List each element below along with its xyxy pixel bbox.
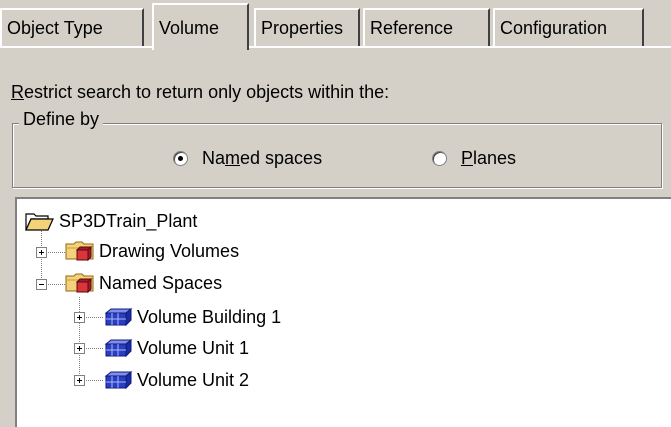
- tab-label: Reference: [370, 18, 454, 38]
- tree-node-drawing-volumes[interactable]: Drawing Volumes: [65, 239, 239, 263]
- tab-strip: Object Type Volume Properties Reference …: [0, 0, 671, 50]
- define-by-group: [12, 123, 662, 188]
- tab-properties[interactable]: Properties: [254, 8, 360, 46]
- tree-node-label: Volume Unit 2: [137, 369, 250, 390]
- tab-reference[interactable]: Reference: [363, 8, 490, 46]
- tree-connector: [79, 297, 80, 380]
- radio-planes[interactable]: Planes: [432, 148, 516, 169]
- restrict-label: Restrict search to return only objects w…: [11, 82, 390, 102]
- collapse-minus-icon[interactable]: [36, 279, 47, 290]
- radio-checked-icon[interactable]: [173, 151, 188, 166]
- tree-node-label: Volume Unit 1: [137, 337, 250, 358]
- tab-object-type[interactable]: Object Type: [0, 8, 144, 46]
- radio-unchecked-icon[interactable]: [432, 151, 447, 166]
- volume-icon: [104, 338, 133, 358]
- expand-plus-icon[interactable]: [36, 247, 47, 258]
- expand-plus-icon[interactable]: [74, 343, 85, 354]
- tree-node-label: Volume Building 1: [137, 306, 282, 327]
- radio-named-spaces-label: Named spaces: [202, 148, 323, 168]
- tree-node-volume-unit-1[interactable]: Volume Unit 1: [103, 336, 249, 360]
- tab-label: Properties: [261, 18, 344, 38]
- folder-volume-icon: [65, 241, 94, 262]
- radio-named-spaces[interactable]: Named spaces: [173, 148, 322, 169]
- tab-label: Object Type: [7, 18, 103, 38]
- tree-node-root[interactable]: SP3DTrain_Plant: [25, 209, 197, 233]
- tab-configuration[interactable]: Configuration: [493, 8, 644, 46]
- volume-icon: [104, 370, 133, 390]
- radio-planes-label: Planes: [461, 148, 517, 168]
- volume-tree[interactable]: SP3DTrain_Plant Drawing Volumes Named Sp…: [15, 197, 671, 427]
- tree-node-volume-unit-2[interactable]: Volume Unit 2: [103, 368, 249, 392]
- tab-label: Configuration: [500, 18, 608, 38]
- tab-label: Volume: [159, 18, 220, 38]
- tree-node-label: SP3DTrain_Plant: [59, 210, 198, 231]
- tab-volume[interactable]: Volume: [152, 3, 249, 50]
- volume-icon: [104, 307, 133, 327]
- folder-volume-icon: [65, 273, 94, 294]
- expand-plus-icon[interactable]: [74, 375, 85, 386]
- tree-node-named-spaces[interactable]: Named Spaces: [65, 271, 222, 295]
- tree-node-label: Drawing Volumes: [99, 240, 240, 261]
- tab-baseline: [0, 46, 671, 48]
- expand-plus-icon[interactable]: [74, 312, 85, 323]
- define-by-legend: Define by: [19, 109, 104, 130]
- tree-node-volume-building-1[interactable]: Volume Building 1: [103, 305, 281, 329]
- tree-node-label: Named Spaces: [99, 272, 223, 293]
- open-folder-icon: [25, 213, 54, 231]
